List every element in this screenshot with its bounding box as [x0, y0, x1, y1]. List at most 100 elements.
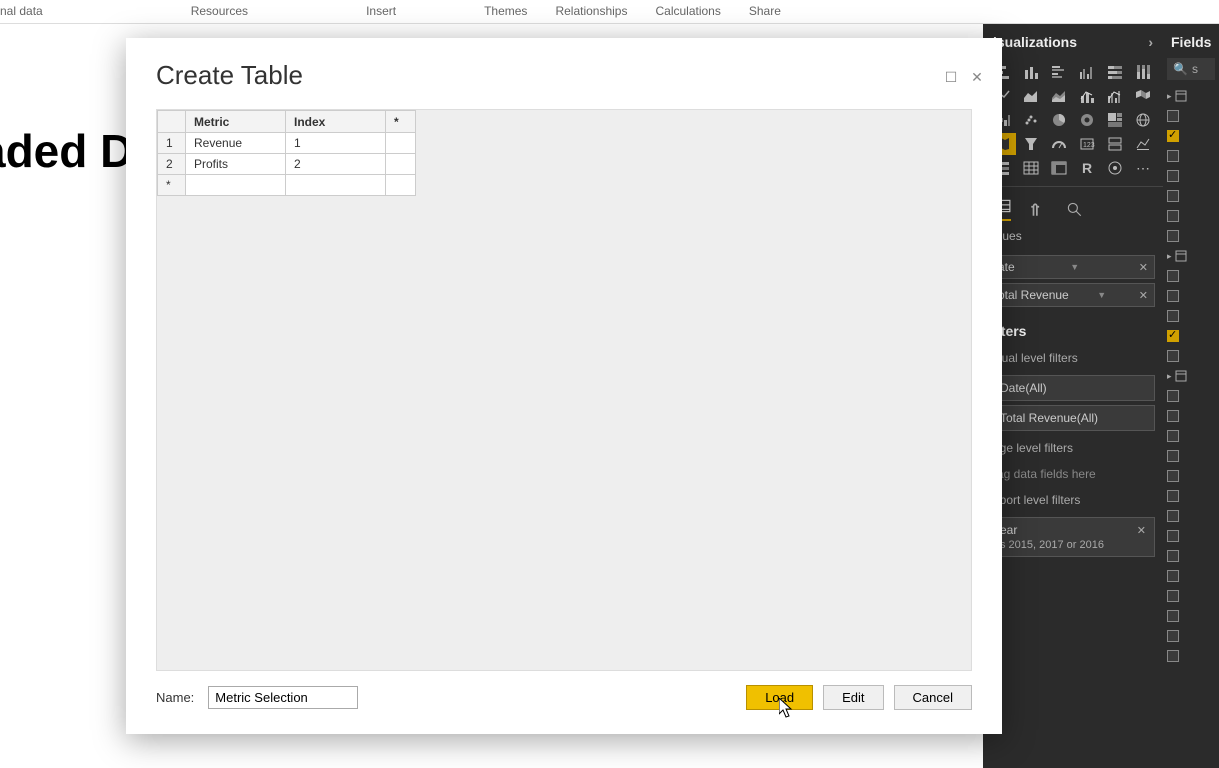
- viz-table-icon[interactable]: [1018, 157, 1044, 179]
- checkbox[interactable]: [1167, 610, 1179, 622]
- table-row-new[interactable]: *: [158, 175, 416, 196]
- chevron-right-icon[interactable]: ›: [1148, 34, 1153, 50]
- cell-metric[interactable]: Revenue: [186, 133, 286, 154]
- viz-line-stacked-column-icon[interactable]: [1074, 85, 1100, 107]
- table-row[interactable]: 1 Revenue 1: [158, 133, 416, 154]
- field-table-row[interactable]: ▸: [1163, 246, 1219, 266]
- well-total-revenue[interactable]: otal Revenue▼✕: [991, 283, 1155, 307]
- visualizations-header[interactable]: isualizations ›: [983, 24, 1163, 58]
- cell-metric[interactable]: Profits: [186, 154, 286, 175]
- checkbox[interactable]: [1167, 470, 1179, 482]
- field-item[interactable]: [1163, 606, 1219, 626]
- checkbox[interactable]: [1167, 310, 1179, 322]
- table-grid[interactable]: Metric Index * 1 Revenue 1 2 Profits 2 *: [156, 109, 972, 671]
- ribbon-tab-share[interactable]: Share: [735, 0, 795, 23]
- checkbox[interactable]: [1167, 150, 1179, 162]
- column-header-index[interactable]: Index: [286, 111, 386, 133]
- filter-year[interactable]: ear ✕ s 2015, 2017 or 2016: [991, 517, 1155, 557]
- checkbox[interactable]: [1167, 190, 1179, 202]
- analytics-tab[interactable]: [1065, 197, 1083, 221]
- field-item[interactable]: [1163, 186, 1219, 206]
- checkbox[interactable]: [1167, 450, 1179, 462]
- checkbox-checked[interactable]: [1167, 330, 1179, 342]
- checkbox[interactable]: [1167, 390, 1179, 402]
- field-item[interactable]: [1163, 206, 1219, 226]
- viz-gauge-icon[interactable]: [1046, 133, 1072, 155]
- field-item[interactable]: [1163, 626, 1219, 646]
- field-item[interactable]: [1163, 486, 1219, 506]
- field-item[interactable]: [1163, 346, 1219, 366]
- field-item[interactable]: [1163, 266, 1219, 286]
- well-date[interactable]: ate▼✕: [991, 255, 1155, 279]
- drag-fields-placeholder[interactable]: rag data fields here: [983, 461, 1163, 487]
- cell-index[interactable]: 1: [286, 133, 386, 154]
- checkbox[interactable]: [1167, 490, 1179, 502]
- viz-100-column-icon[interactable]: [1130, 61, 1156, 83]
- format-tab[interactable]: [1029, 197, 1047, 221]
- field-item[interactable]: [1163, 526, 1219, 546]
- ribbon-tab-calculations[interactable]: Calculations: [641, 0, 734, 23]
- field-item[interactable]: [1163, 426, 1219, 446]
- cell-empty[interactable]: [386, 175, 416, 196]
- remove-icon[interactable]: ✕: [1137, 524, 1146, 537]
- fields-header[interactable]: Fields: [1163, 24, 1219, 58]
- checkbox[interactable]: [1167, 530, 1179, 542]
- field-item[interactable]: [1163, 566, 1219, 586]
- field-item[interactable]: [1163, 546, 1219, 566]
- viz-clustered-column-icon[interactable]: [1074, 61, 1100, 83]
- checkbox[interactable]: [1167, 350, 1179, 362]
- viz-treemap-icon[interactable]: [1102, 109, 1128, 131]
- fields-search[interactable]: 🔍 s: [1167, 58, 1215, 80]
- add-row-button[interactable]: *: [158, 175, 186, 196]
- field-item[interactable]: [1163, 146, 1219, 166]
- checkbox[interactable]: [1167, 570, 1179, 582]
- viz-card-icon[interactable]: 123: [1074, 133, 1100, 155]
- checkbox[interactable]: [1167, 510, 1179, 522]
- field-item[interactable]: [1163, 586, 1219, 606]
- checkbox[interactable]: [1167, 170, 1179, 182]
- viz-kpi-icon[interactable]: [1130, 133, 1156, 155]
- field-item[interactable]: [1163, 166, 1219, 186]
- edit-button[interactable]: Edit: [823, 685, 883, 710]
- viz-stacked-column-icon[interactable]: [1018, 61, 1044, 83]
- filter-date-all[interactable]: Date(All): [991, 375, 1155, 401]
- maximize-button[interactable]: ☐: [938, 68, 964, 88]
- viz-arcgis-icon[interactable]: [1102, 157, 1128, 179]
- viz-area-icon[interactable]: [1018, 85, 1044, 107]
- field-item[interactable]: [1163, 646, 1219, 666]
- filter-total-revenue-all[interactable]: Total Revenue(All): [991, 405, 1155, 431]
- expander-icon[interactable]: ▸: [1167, 371, 1172, 382]
- viz-scatter-icon[interactable]: [1018, 109, 1044, 131]
- ribbon-tab-relationships[interactable]: Relationships: [541, 0, 641, 23]
- field-item[interactable]: [1163, 506, 1219, 526]
- viz-map-icon[interactable]: [1130, 109, 1156, 131]
- close-button[interactable]: ✕: [964, 68, 990, 88]
- viz-custom-import-icon[interactable]: ⋯: [1130, 157, 1156, 179]
- field-item[interactable]: [1163, 466, 1219, 486]
- table-name-input[interactable]: [208, 686, 358, 709]
- checkbox[interactable]: [1167, 410, 1179, 422]
- field-item[interactable]: [1163, 386, 1219, 406]
- ribbon-tab-insert[interactable]: Insert: [352, 0, 410, 23]
- dropdown-icon[interactable]: ▼: [1070, 262, 1083, 272]
- remove-icon[interactable]: ✕: [1139, 261, 1148, 274]
- column-header-metric[interactable]: Metric: [186, 111, 286, 133]
- cancel-button[interactable]: Cancel: [894, 685, 972, 710]
- field-table-row[interactable]: ▸: [1163, 366, 1219, 386]
- field-item[interactable]: [1163, 406, 1219, 426]
- ribbon-tab-themes[interactable]: Themes: [470, 0, 541, 23]
- checkbox[interactable]: [1167, 230, 1179, 242]
- cell-empty[interactable]: [386, 154, 416, 175]
- viz-matrix-icon[interactable]: [1046, 157, 1072, 179]
- field-item[interactable]: [1163, 286, 1219, 306]
- cell-empty[interactable]: [386, 133, 416, 154]
- expander-icon[interactable]: ▸: [1167, 251, 1172, 262]
- viz-ribbon-icon[interactable]: [1130, 85, 1156, 107]
- checkbox[interactable]: [1167, 590, 1179, 602]
- viz-line-clustered-column-icon[interactable]: [1102, 85, 1128, 107]
- cell-index[interactable]: 2: [286, 154, 386, 175]
- add-column-button[interactable]: *: [386, 111, 416, 133]
- field-item[interactable]: [1163, 106, 1219, 126]
- viz-multirow-card-icon[interactable]: [1102, 133, 1128, 155]
- field-table-row[interactable]: ▸: [1163, 86, 1219, 106]
